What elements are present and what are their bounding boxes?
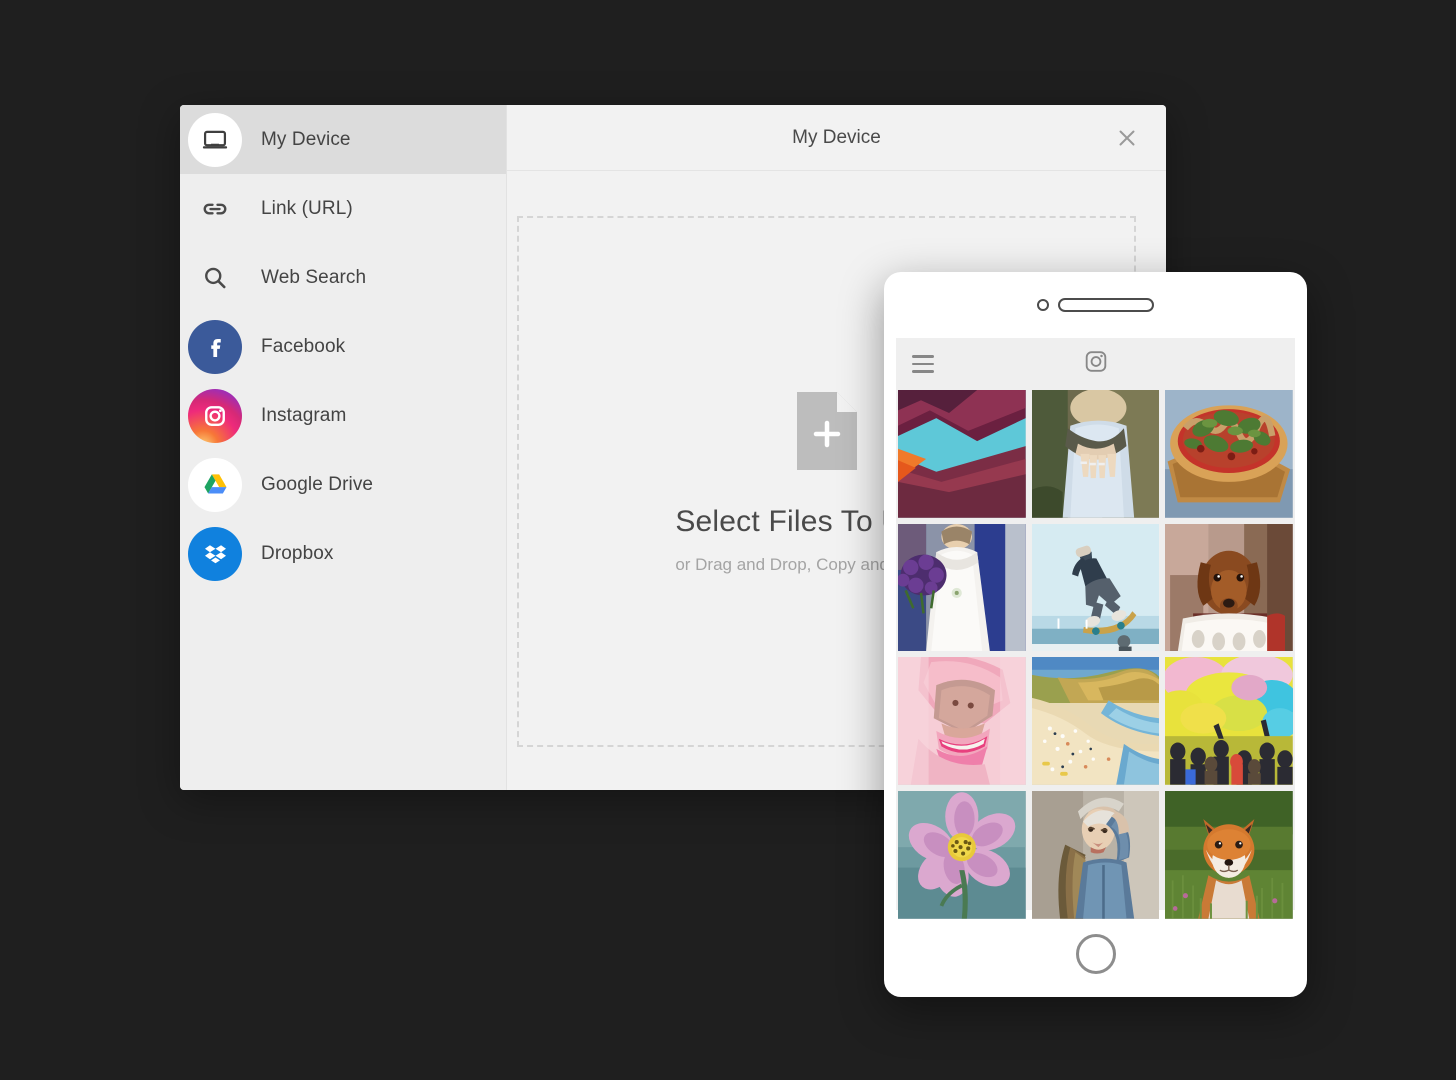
photo-cell[interactable]: [898, 523, 1026, 652]
sidebar-item-my-device[interactable]: My Device: [180, 105, 506, 174]
dialog-header: My Device: [507, 105, 1166, 171]
instagram-app-bar: [896, 338, 1295, 390]
holi-color-festival-crowd: [1165, 657, 1293, 786]
dog-in-laundry-basket: [1165, 523, 1293, 652]
photo-grid: [896, 390, 1295, 925]
beach-cove-aerial: [1031, 657, 1160, 786]
skateboarder-midair: [1031, 523, 1160, 652]
laptop-icon: [202, 130, 228, 149]
sidebar-item-label: My Device: [261, 128, 351, 150]
pizza-on-wooden-board: [1165, 390, 1293, 518]
sidebar-item-instagram[interactable]: Instagram: [180, 381, 506, 450]
search-icon-wrap: [188, 251, 242, 305]
photo-cell[interactable]: [1031, 390, 1160, 518]
bride-with-bouquet: [898, 523, 1026, 652]
hands-with-rings-woman: [1031, 390, 1160, 518]
close-icon: [1119, 130, 1135, 145]
source-sidebar: My Device Link (URL) Web Search Facebook…: [180, 105, 507, 790]
facebook-icon-circle: [188, 319, 242, 374]
woman-pink-lips-portrait: [898, 657, 1026, 786]
speaker-grill-icon: [1058, 298, 1154, 312]
photo-cell[interactable]: [1165, 523, 1293, 652]
woman-denim-jacket-portrait: [1031, 791, 1160, 919]
sidebar-item-label: Instagram: [261, 404, 347, 426]
photo-cell[interactable]: [898, 390, 1026, 518]
sidebar-item-label: Link (URL): [261, 197, 353, 219]
sidebar-item-label: Web Search: [261, 266, 367, 288]
screen: My Device Link (URL) Web Search Facebook…: [0, 0, 1456, 1080]
sidebar-item-link-url[interactable]: Link (URL): [180, 174, 506, 243]
instagram-icon-wrap: [188, 388, 242, 443]
instagram-icon-circle: [188, 388, 242, 443]
photo-cell[interactable]: [898, 791, 1026, 919]
hamburger-menu-icon[interactable]: [912, 355, 934, 373]
photo-cell[interactable]: [1165, 791, 1293, 919]
photo-cell[interactable]: [898, 657, 1026, 786]
sidebar-item-google-drive[interactable]: Google Drive: [180, 450, 506, 519]
canyon-landscape-illustration: [898, 390, 1026, 518]
laptop-icon-circle: [188, 112, 242, 167]
dropbox-icon-wrap: [188, 526, 242, 581]
sidebar-item-label: Facebook: [261, 335, 346, 357]
close-button[interactable]: [1110, 121, 1144, 155]
photo-cell[interactable]: [1031, 657, 1160, 786]
file-plus-icon: [796, 392, 857, 470]
link-icon-wrap: [188, 182, 242, 236]
page-title: My Device: [792, 126, 881, 148]
sidebar-item-dropbox[interactable]: Dropbox: [180, 519, 506, 588]
sidebar-item-web-search[interactable]: Web Search: [180, 243, 506, 312]
facebook-icon: [211, 338, 221, 357]
file-plus-icon-wrap: [791, 388, 863, 479]
sidebar-item-label: Google Drive: [261, 473, 374, 495]
photo-cell[interactable]: [1165, 657, 1293, 786]
google-drive-icon-wrap: [188, 457, 242, 512]
google-drive-icon: [203, 474, 227, 494]
pink-cosmos-flower: [898, 791, 1026, 919]
dropbox-icon-circle: [188, 526, 242, 581]
google-drive-icon-circle: [188, 457, 242, 512]
search-icon: [205, 267, 226, 288]
phone-mockup: [884, 272, 1307, 997]
camera-dot-icon: [1037, 299, 1049, 311]
home-button[interactable]: [1075, 933, 1116, 974]
photo-cell[interactable]: [1165, 390, 1293, 518]
link-icon: [203, 203, 227, 214]
red-fox-in-grass: [1165, 791, 1293, 919]
phone-screen: [896, 338, 1295, 919]
phone-top-bezel: [884, 272, 1307, 338]
photo-cell[interactable]: [1031, 791, 1160, 919]
laptop-icon-wrap: [188, 112, 242, 167]
facebook-icon-wrap: [188, 319, 242, 374]
sidebar-item-label: Dropbox: [261, 542, 334, 564]
photo-cell[interactable]: [1031, 523, 1160, 652]
sidebar-item-facebook[interactable]: Facebook: [180, 312, 506, 381]
dropbox-icon: [204, 545, 226, 564]
instagram-icon: [205, 405, 225, 426]
instagram-camera-icon[interactable]: [1083, 349, 1109, 380]
